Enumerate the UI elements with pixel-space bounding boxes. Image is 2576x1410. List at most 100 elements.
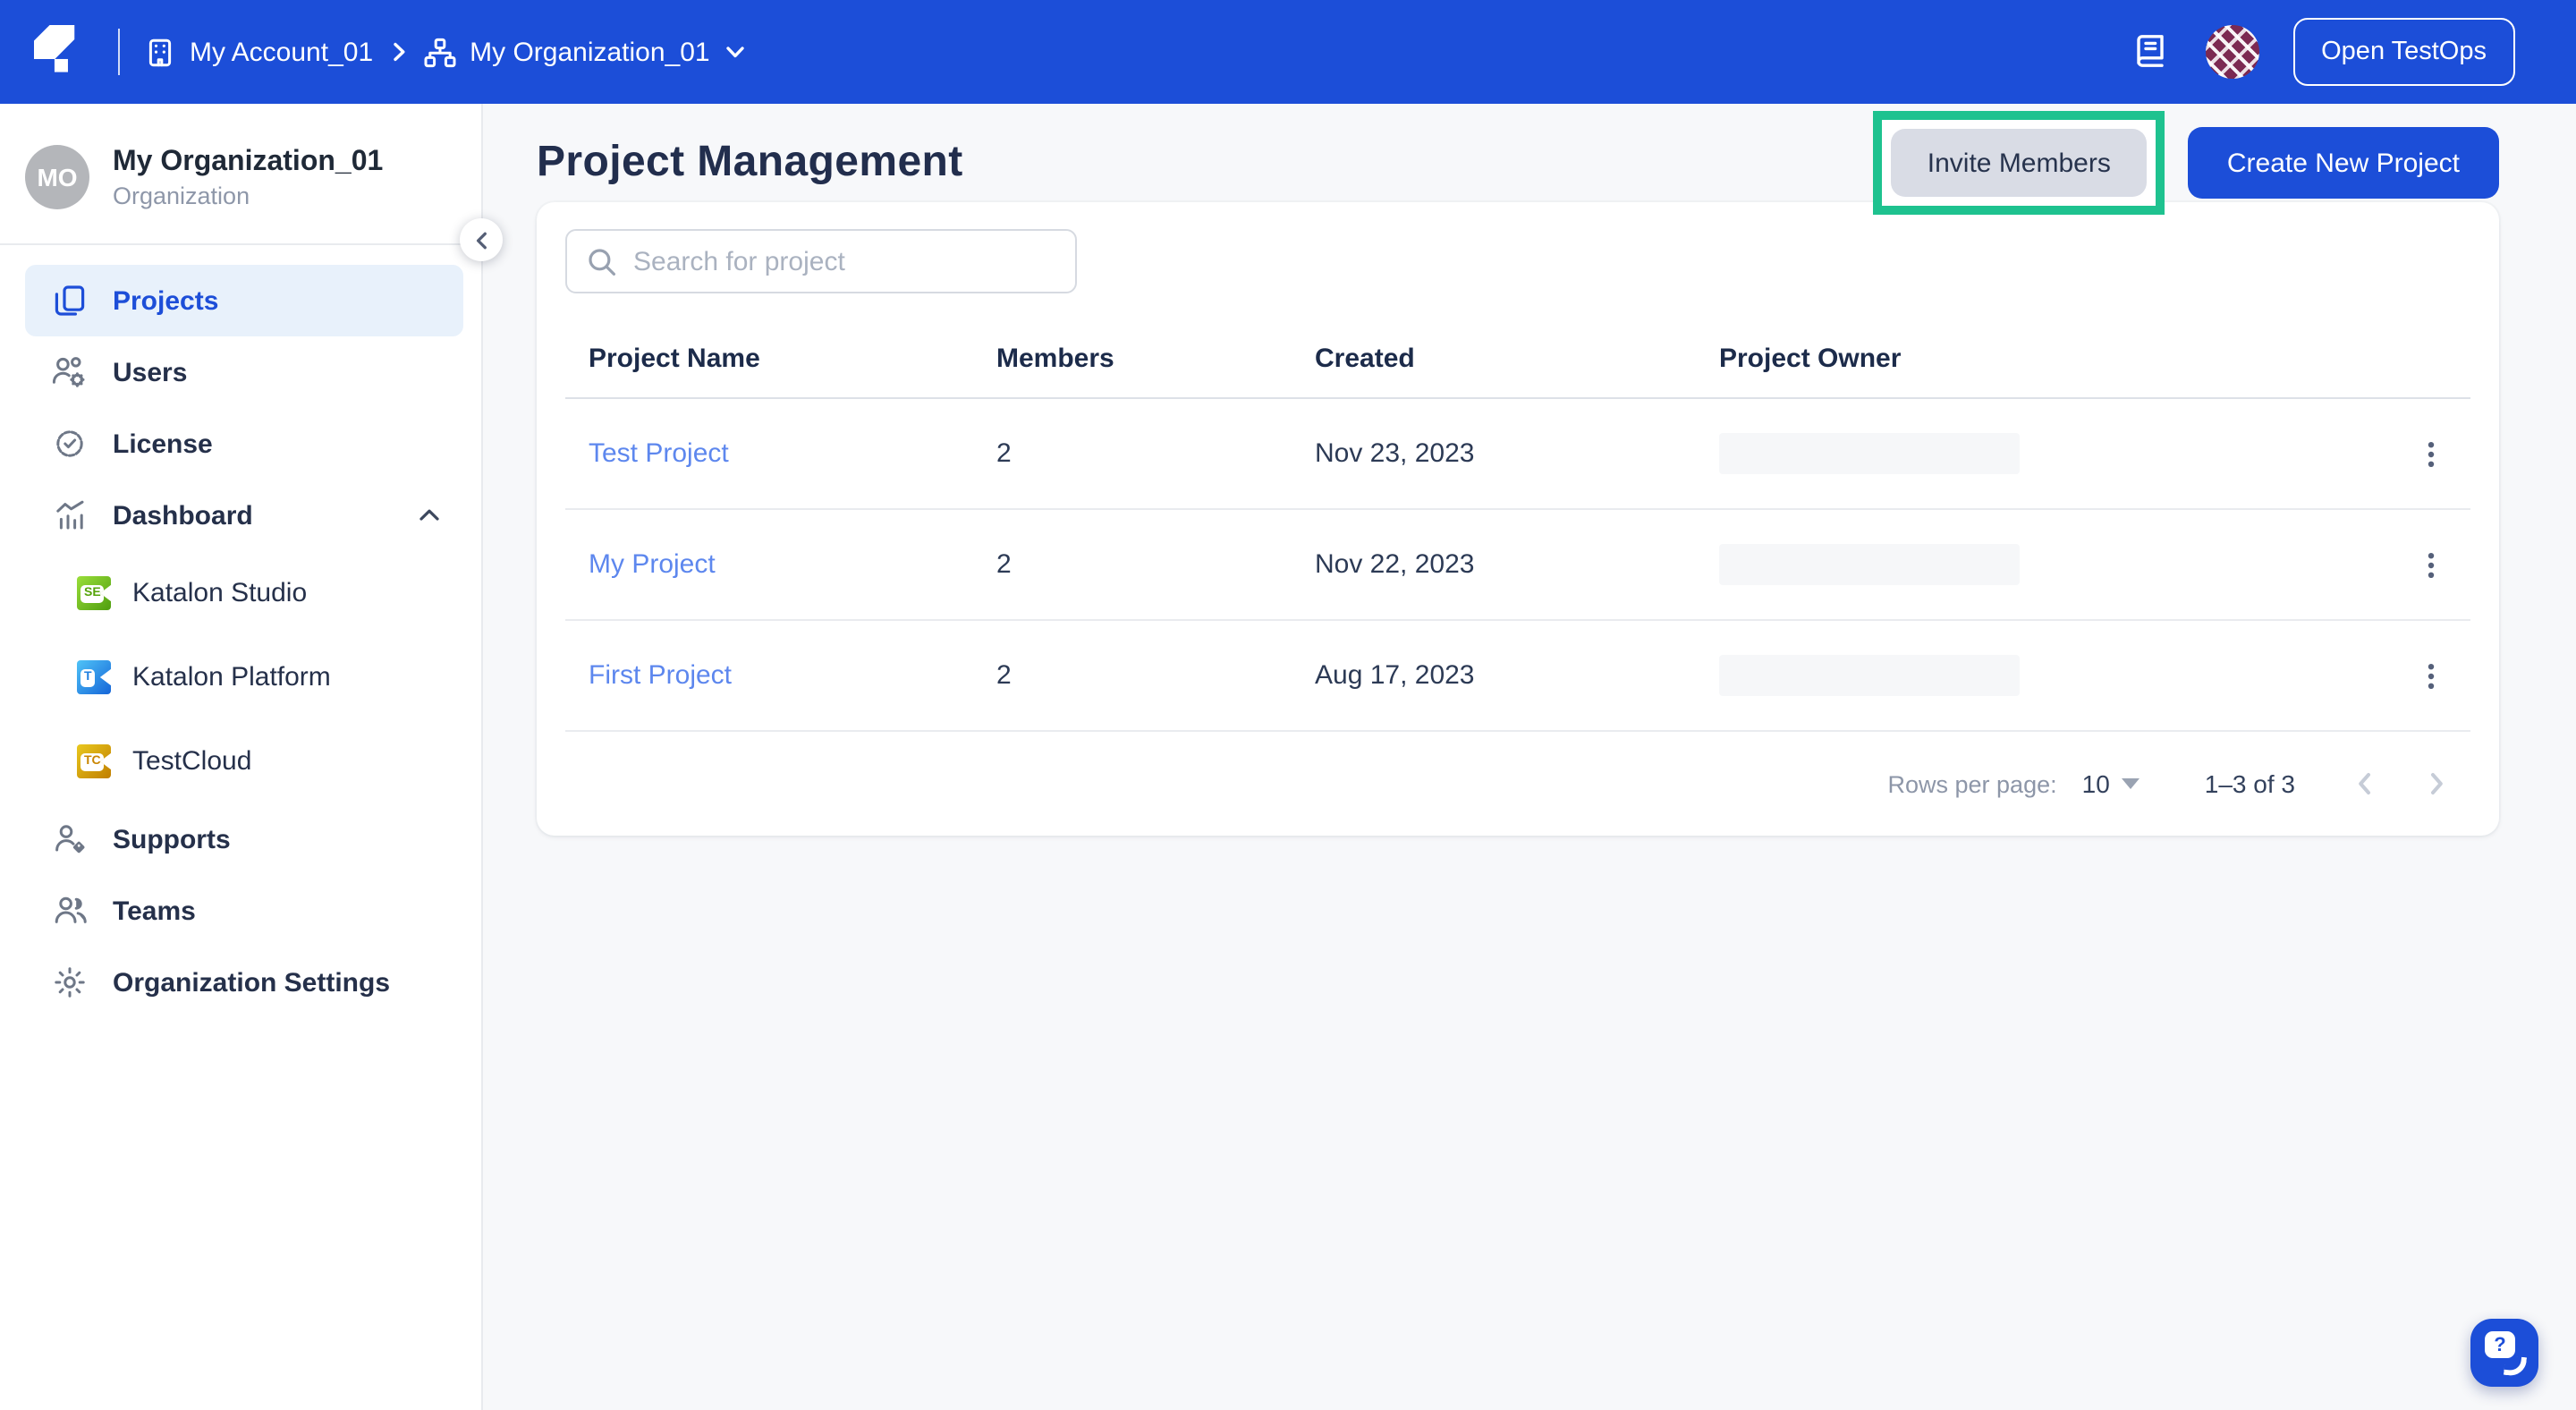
table-row: Test Project 2 Nov 23, 2023	[565, 399, 2470, 510]
breadcrumb-account[interactable]: My Account_01	[145, 37, 373, 67]
created-cell: Nov 23, 2023	[1315, 438, 1475, 469]
project-owner-placeholder	[1719, 433, 2020, 474]
next-page-button[interactable]	[2413, 760, 2460, 807]
rows-per-page-label: Rows per page:	[1887, 770, 2057, 797]
invite-members-button[interactable]: Invite Members	[1891, 129, 2147, 197]
projects-copy-icon	[52, 285, 88, 317]
organization-type-label: Organization	[113, 182, 250, 208]
sidebar-item-label: Dashboard	[113, 500, 253, 531]
organization-avatar: MO	[25, 145, 89, 209]
sidebar-subitem-label: TestCloud	[132, 746, 252, 777]
katalon-platform-icon: T	[77, 660, 111, 694]
page-header: Project Management Invite Members Create…	[483, 104, 2576, 215]
header-actions: Invite Members Create New Project	[1873, 111, 2499, 215]
created-cell: Aug 17, 2023	[1315, 660, 1475, 691]
chevron-right-icon	[387, 41, 409, 63]
sidebar-item-teams[interactable]: Teams	[25, 875, 463, 947]
sidebar-item-label: Users	[113, 357, 188, 387]
help-swoosh-icon	[2503, 1355, 2528, 1378]
chevron-down-icon	[724, 41, 746, 63]
create-new-project-button[interactable]: Create New Project	[2187, 127, 2499, 199]
table-header: Project Name Members Created Project Own…	[565, 320, 2470, 399]
sidebar-item-users[interactable]: Users	[25, 336, 463, 408]
members-cell: 2	[996, 549, 1012, 580]
sidebar-item-katalon-studio[interactable]: SE Katalon Studio	[25, 551, 463, 635]
column-header-project-owner: Project Owner	[1719, 344, 1902, 374]
chevron-up-icon	[417, 503, 442, 528]
license-badge-icon	[52, 428, 88, 460]
members-cell: 2	[996, 438, 1012, 469]
katalon-studio-icon: SE	[77, 576, 111, 610]
created-cell: Nov 22, 2023	[1315, 549, 1475, 580]
column-header-members: Members	[996, 344, 1114, 374]
row-actions-menu-button[interactable]	[2406, 650, 2456, 701]
table-row: First Project 2 Aug 17, 2023	[565, 621, 2470, 732]
page-title: Project Management	[537, 138, 963, 186]
project-search	[565, 229, 1077, 293]
testcloud-icon: TC	[77, 744, 111, 778]
row-actions-menu-button[interactable]	[2406, 539, 2456, 590]
project-link[interactable]: First Project	[589, 660, 732, 691]
invite-members-highlight: Invite Members	[1873, 111, 2165, 215]
sidebar-item-testcloud[interactable]: TC TestCloud	[25, 719, 463, 803]
help-icon: ?	[2485, 1331, 2515, 1358]
help-button[interactable]: ?	[2470, 1319, 2538, 1387]
project-link[interactable]: My Project	[589, 549, 716, 580]
search-input[interactable]	[633, 246, 1055, 276]
building-icon	[145, 37, 175, 67]
search-icon	[587, 246, 617, 276]
breadcrumb-organization[interactable]: My Organization_01	[423, 37, 746, 67]
sidebar-item-organization-settings[interactable]: Organization Settings	[25, 947, 463, 1018]
project-owner-placeholder	[1719, 544, 2020, 585]
table-row: My Project 2 Nov 22, 2023	[565, 510, 2470, 621]
sidebar-item-license[interactable]: License	[25, 408, 463, 480]
pagination-range-label: 1–3 of 3	[2204, 769, 2295, 798]
sidebar-item-label: Teams	[113, 896, 196, 926]
sidebar-item-katalon-platform[interactable]: T Katalon Platform	[25, 635, 463, 719]
support-person-tag-icon	[52, 823, 88, 855]
previous-page-button[interactable]	[2342, 760, 2388, 807]
dashboard-chart-icon	[52, 498, 88, 532]
sidebar-item-label: Supports	[113, 824, 231, 854]
sidebar-item-supports[interactable]: Supports	[25, 803, 463, 875]
sidebar-item-projects[interactable]: Projects	[25, 265, 463, 336]
row-actions-menu-button[interactable]	[2406, 429, 2456, 479]
sidebar-nav: Projects Users License Dashboard SE Kata…	[0, 245, 481, 1018]
topbar-actions: Open TestOps	[2128, 18, 2515, 86]
topbar: My Account_01 My Organization_01 Open Te…	[0, 0, 2576, 104]
pagination: Rows per page: 10 1–3 of 3	[565, 732, 2470, 836]
caret-down-icon	[2122, 778, 2140, 789]
gear-icon	[52, 966, 88, 998]
docs-icon[interactable]	[2128, 30, 2171, 73]
column-header-created: Created	[1315, 344, 1415, 374]
users-gear-icon	[52, 356, 88, 388]
topbar-divider	[118, 29, 120, 75]
organization-name: My Organization_01	[113, 146, 384, 176]
column-header-project-name: Project Name	[589, 344, 760, 374]
sidebar: MO My Organization_01 Organization Proje…	[0, 104, 503, 1410]
main-content: Project Management Invite Members Create…	[483, 104, 2576, 1410]
breadcrumb-account-label: My Account_01	[190, 37, 374, 67]
user-avatar[interactable]	[2205, 25, 2259, 79]
organization-header: MO My Organization_01 Organization	[0, 104, 481, 243]
sidebar-item-label: Organization Settings	[113, 967, 391, 998]
rows-per-page-select[interactable]: 10	[2082, 769, 2140, 798]
project-link[interactable]: Test Project	[589, 438, 729, 469]
sidebar-subitem-label: Katalon Studio	[132, 578, 308, 608]
teams-people-icon	[52, 895, 88, 927]
sidebar-item-dashboard[interactable]: Dashboard	[25, 480, 463, 551]
members-cell: 2	[996, 660, 1012, 691]
sidebar-subitem-label: Katalon Platform	[132, 662, 331, 692]
breadcrumb-organization-label: My Organization_01	[470, 37, 710, 67]
breadcrumb: My Account_01 My Organization_01	[145, 37, 746, 67]
rows-per-page-value: 10	[2081, 769, 2110, 798]
sidebar-item-label: Projects	[113, 285, 219, 316]
projects-card: Project Name Members Created Project Own…	[537, 202, 2499, 836]
katalon-logo-icon[interactable]	[34, 25, 95, 79]
pagination-controls	[2342, 760, 2460, 807]
app-root: My Account_01 My Organization_01 Open Te…	[0, 0, 2576, 1410]
sidebar-collapse-button[interactable]	[460, 218, 503, 261]
open-testops-button[interactable]: Open TestOps	[2292, 18, 2515, 86]
project-owner-placeholder	[1719, 655, 2020, 696]
sidebar-item-label: License	[113, 429, 213, 459]
